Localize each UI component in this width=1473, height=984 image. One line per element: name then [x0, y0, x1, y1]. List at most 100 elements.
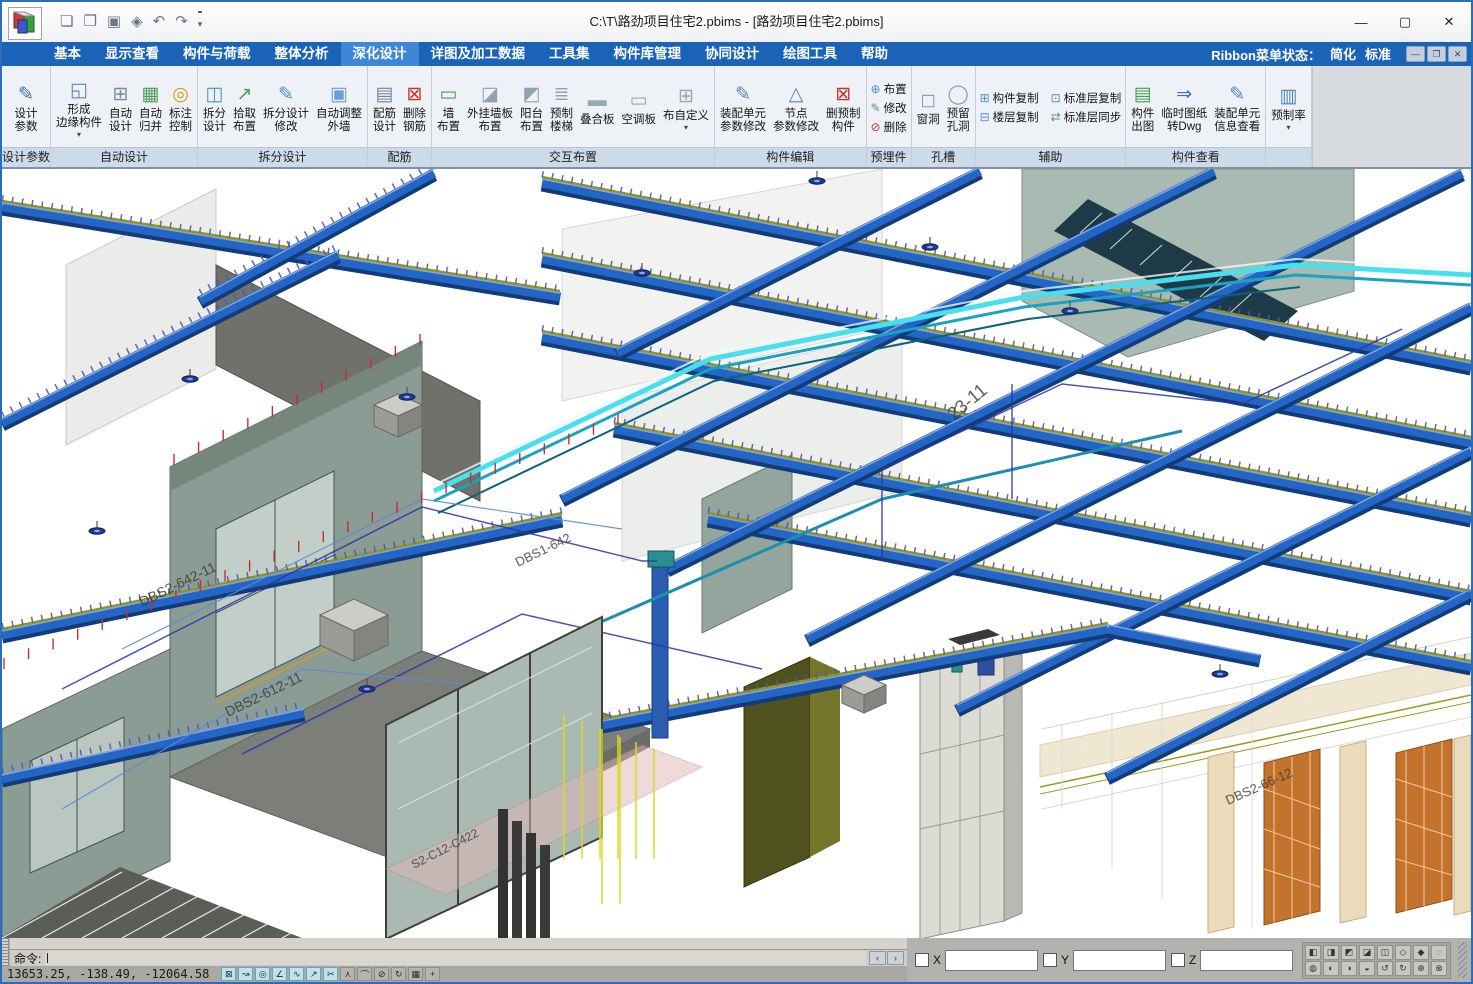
command-prev-button[interactable]: ‹ [869, 951, 886, 965]
menu-tab-构件库管理[interactable]: 构件库管理 [602, 42, 694, 66]
mode-toggle-3[interactable]: ⊘ [374, 967, 389, 981]
snap-toggle-3[interactable]: ◎ [255, 967, 270, 981]
view-tool-9[interactable]: ◍ [1305, 961, 1321, 976]
delete-rebar-button[interactable]: ⊠删除 钢筋 [400, 80, 429, 136]
embed-place-button[interactable]: ⊕布置 [869, 81, 909, 97]
delete-precast-member-button[interactable]: ⊠删预制 构件 [823, 80, 864, 136]
save-button[interactable]: ▣ [107, 12, 121, 32]
embed-delete-button[interactable]: ⊘删除 [869, 119, 909, 135]
mode-toggle-4[interactable]: ↻ [391, 967, 406, 981]
menu-tab-整体分析[interactable]: 整体分析 [263, 42, 341, 66]
save-as-button[interactable]: ◈ [131, 12, 143, 32]
crosshair-toggle[interactable]: + [425, 967, 440, 981]
axis-x-input[interactable] [945, 950, 1038, 971]
open-file-button[interactable]: ❐ [83, 12, 96, 32]
menu-tab-基本[interactable]: 基本 [42, 42, 93, 66]
embed-modify-button[interactable]: ✎修改 [869, 100, 909, 116]
standard-floor-copy-button[interactable]: ⊡标准层复制 [1049, 90, 1124, 106]
auto-merge-button[interactable]: ▦自动 归并 [136, 80, 165, 136]
auto-adjust-exterior-wall-button[interactable]: ▣自动调整 外墙 [313, 80, 365, 136]
view-tool-10[interactable]: ◐ [1323, 961, 1339, 976]
app-logo-icon[interactable] [8, 7, 42, 40]
composite-slab-button[interactable]: ▬叠合板 [577, 86, 618, 129]
form-edge-members-button[interactable]: ◱形成 边缘构件▾ [53, 76, 105, 140]
command-next-button[interactable]: › [887, 951, 904, 965]
view-tool-4[interactable]: ◪ [1359, 945, 1375, 960]
axis-y-input[interactable] [1073, 950, 1166, 971]
mdi-restore-button[interactable]: ❐ [1427, 46, 1446, 62]
snap-toggle-1[interactable]: ⊠ [221, 967, 236, 981]
view-tool-6[interactable]: ◇ [1395, 945, 1411, 960]
mdi-close-button[interactable]: ✕ [1448, 46, 1467, 62]
qat-more-button[interactable]: ▾ [198, 11, 203, 34]
snap-toggle-5[interactable]: ∿ [289, 967, 304, 981]
menu-tab-绘图工具[interactable]: 绘图工具 [771, 42, 849, 66]
view-tool-3[interactable]: ◩ [1341, 945, 1357, 960]
axis-z-input[interactable] [1200, 950, 1293, 971]
viewport-3d[interactable]: DBS2-642-11 DBS2-612-11 23-11 DBS2-66-12… [2, 169, 1471, 938]
view-tool-14[interactable]: ↻ [1395, 961, 1411, 976]
view-tool-13[interactable]: ↺ [1377, 961, 1393, 976]
snap-toggle-2[interactable]: ↝ [238, 967, 253, 981]
menu-tab-详图及加工数据[interactable]: 详图及加工数据 [419, 42, 538, 66]
pick-place-button[interactable]: ↗拾取 布置 [230, 80, 259, 136]
menu-tab-帮助[interactable]: 帮助 [849, 42, 900, 66]
window-opening-button[interactable]: ◻窗洞 [914, 86, 943, 129]
mode-toggle-1[interactable]: ⋏ [340, 967, 355, 981]
view-tool-1[interactable]: ◧ [1305, 945, 1321, 960]
viewport-3d-model[interactable]: DBS2-642-11 DBS2-612-11 23-11 DBS2-66-12… [2, 169, 1471, 938]
cladding-panel-place-button[interactable]: ◪外挂墙板 布置 [464, 80, 516, 136]
view-tool-2[interactable]: ◨ [1323, 945, 1339, 960]
redo-button[interactable]: ↷ [175, 12, 188, 32]
view-tool-7[interactable]: ◆ [1413, 945, 1429, 960]
view-tool-15[interactable]: ⊕ [1413, 961, 1429, 976]
undo-button[interactable]: ↶ [153, 12, 166, 32]
temp-drawing-to-dwg-button[interactable]: ⇒临时图纸 转Dwg [1158, 80, 1210, 136]
member-drawing-output-button[interactable]: ▤构件 出图 [1128, 80, 1157, 136]
axis-y-checkbox[interactable] [1043, 953, 1057, 967]
precast-stair-button[interactable]: ≣预制 楼梯 [547, 80, 576, 136]
new-file-button[interactable]: ❏ [60, 12, 73, 32]
view-tool-12[interactable]: ◒ [1359, 961, 1375, 976]
grid-toggle[interactable]: ▦ [408, 967, 423, 981]
ac-panel-button[interactable]: ▭空调板 [619, 86, 660, 129]
design-parameters-button[interactable]: ✎设计 参数 [12, 80, 41, 136]
rebar-design-button[interactable]: ▤配筋 设计 [370, 80, 399, 136]
command-input[interactable] [45, 951, 866, 965]
assembly-unit-param-modify-button[interactable]: ✎装配单元 参数修改 [717, 80, 769, 136]
axis-x-checkbox[interactable] [915, 953, 929, 967]
split-design-modify-button[interactable]: ✎拆分设计 修改 [260, 80, 312, 136]
view-tool-16[interactable]: ⊗ [1431, 961, 1447, 976]
view-tool-8[interactable]: ◌ [1431, 945, 1447, 960]
view-tool-11[interactable]: ◑ [1341, 961, 1357, 976]
ribbon-state-option[interactable]: 标准 [1365, 47, 1391, 62]
snap-toggle-4[interactable]: ∠ [272, 967, 287, 981]
wall-place-button[interactable]: ▭墙 布置 [434, 80, 463, 136]
menu-tab-协同设计[interactable]: 协同设计 [693, 42, 771, 66]
resize-grip[interactable] [1458, 942, 1467, 978]
split-design-button[interactable]: ◫拆分 设计 [200, 80, 229, 136]
reserved-hole-button[interactable]: ◯预留 孔洞 [944, 80, 973, 136]
balcony-place-button[interactable]: ◩阳台 布置 [517, 80, 546, 136]
maximize-button[interactable]: ▢ [1383, 2, 1427, 42]
axis-z-checkbox[interactable] [1171, 953, 1185, 967]
minimize-button[interactable]: — [1339, 2, 1383, 42]
snap-toggle-7[interactable]: ✂ [323, 967, 338, 981]
standard-floor-sync-button[interactable]: ⇄标准层同步 [1049, 109, 1124, 125]
floor-copy-button[interactable]: ⊟楼层复制 [978, 109, 1041, 125]
auto-design-button[interactable]: ⊞自动 设计 [106, 80, 135, 136]
menu-tab-显示查看[interactable]: 显示查看 [93, 42, 171, 66]
snap-toggle-6[interactable]: ↗ [306, 967, 321, 981]
menu-tab-工具集[interactable]: 工具集 [537, 42, 602, 66]
view-tool-5[interactable]: ◫ [1377, 945, 1393, 960]
toolbar-grip[interactable] [2, 938, 9, 966]
menu-tab-构件与荷载[interactable]: 构件与荷载 [171, 42, 263, 66]
mdi-minimize-button[interactable]: — [1406, 46, 1425, 62]
custom-place-button[interactable]: ⊞布自定义▾ [660, 82, 712, 133]
close-button[interactable]: ✕ [1427, 2, 1471, 42]
assembly-unit-info-view-button[interactable]: ✎装配单元 信息查看 [1211, 80, 1263, 136]
precast-rate-button[interactable]: ▥预制率▾ [1268, 82, 1309, 133]
annotation-control-button[interactable]: ◎标注 控制 [166, 80, 195, 136]
menu-tab-深化设计[interactable]: 深化设计 [341, 42, 419, 66]
mode-toggle-2[interactable]: ⌒ [357, 967, 372, 981]
